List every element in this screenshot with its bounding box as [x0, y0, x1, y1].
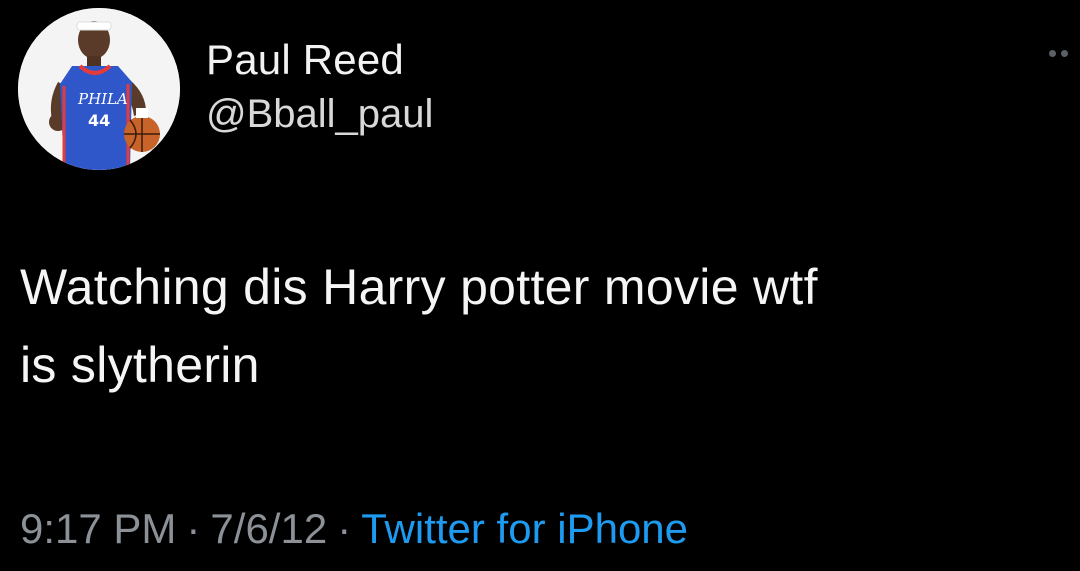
meta-separator: · [186, 505, 201, 552]
user-handle[interactable]: @Bball_paul [206, 90, 433, 138]
more-dots-icon [1061, 50, 1068, 57]
display-name[interactable]: Paul Reed [206, 36, 433, 84]
tweet-source-link[interactable]: Twitter for iPhone [361, 505, 688, 552]
svg-text:PHILA: PHILA [77, 90, 128, 108]
svg-text:44: 44 [88, 111, 110, 130]
tweet-date[interactable]: 7/6/12 [210, 505, 327, 552]
tweet-time[interactable]: 9:17 PM [20, 505, 176, 552]
tweet-meta: 9:17 PM · 7/6/12 · Twitter for iPhone [20, 502, 688, 556]
meta-separator: · [337, 505, 352, 552]
more-dots-icon [1049, 50, 1056, 57]
more-options-button[interactable] [1049, 50, 1068, 57]
avatar[interactable]: PHILA 44 [18, 8, 180, 170]
tweet-text: Watching dis Harry potter movie wtf is s… [20, 248, 1070, 404]
tweet-text-line: Watching dis Harry potter movie wtf [20, 259, 818, 315]
tweet-text-line: is slytherin [20, 337, 260, 393]
author-info: Paul Reed @Bball_paul [206, 36, 433, 138]
tweet-card: PHILA 44 Paul Reed @Bball_paul Watching … [0, 0, 1080, 571]
basketball-player-avatar-icon: PHILA 44 [18, 8, 180, 170]
